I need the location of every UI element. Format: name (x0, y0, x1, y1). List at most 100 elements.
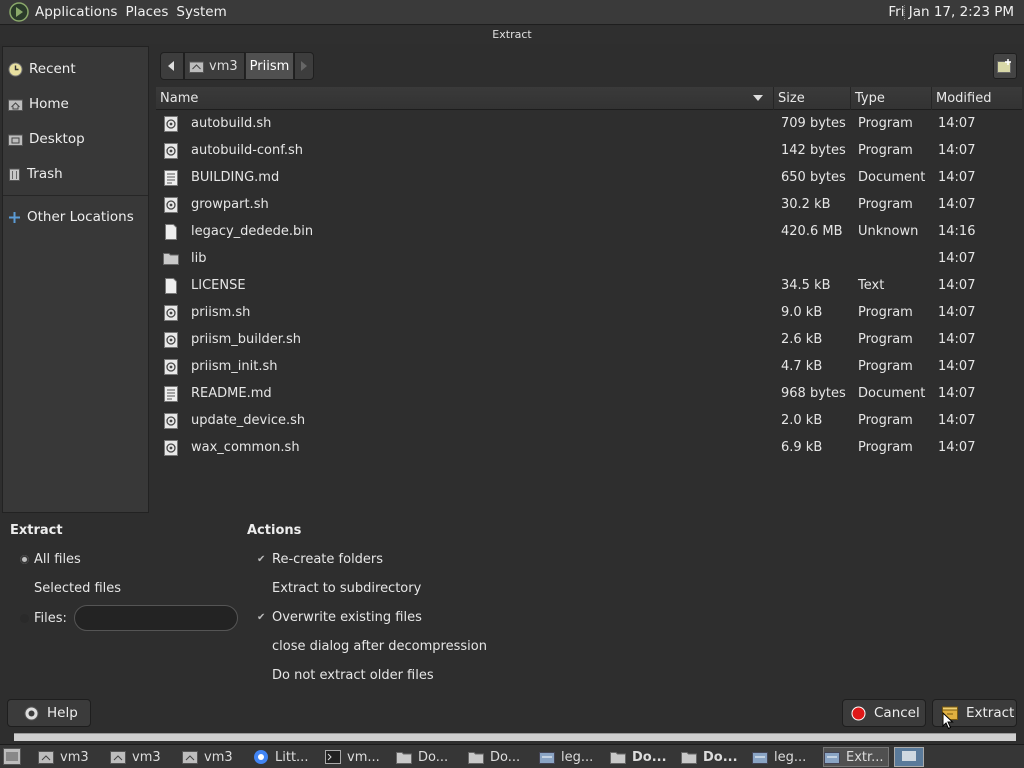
chevron-left-icon (168, 61, 174, 71)
create-folder-button[interactable] (993, 53, 1017, 79)
file-row[interactable]: priism_builder.sh 2.6 kB Program 14:07 (156, 327, 1022, 354)
file-type: Unknown (858, 224, 919, 239)
file-name: README.md (191, 386, 272, 401)
column-header-modified[interactable]: Modified (931, 87, 1022, 110)
file-name: priism_init.sh (191, 359, 278, 374)
taskbar-button[interactable]: leg... (539, 747, 593, 767)
file-row[interactable]: wax_common.sh 6.9 kB Program 14:07 (156, 435, 1022, 462)
file-size: 30.2 kB (781, 197, 831, 212)
places-menu[interactable]: Places (125, 4, 176, 20)
overwrite-existing-checkbox[interactable]: ✔ Overwrite existing files (257, 610, 422, 625)
folder-icon (681, 752, 697, 764)
system-menu[interactable]: System (176, 4, 234, 20)
close-dialog-checkbox[interactable]: close dialog after decompression (257, 639, 487, 654)
file-size: 2.0 kB (781, 413, 823, 428)
script-file-icon (163, 116, 179, 132)
column-header-type[interactable]: Type (850, 87, 931, 110)
sidebar-item-label: Home (29, 96, 69, 112)
file-name: LICENSE (191, 278, 246, 293)
taskbar-button[interactable]: vm3 (182, 747, 233, 767)
checkbox-label: Re-create folders (272, 552, 384, 567)
file-size: 34.5 kB (781, 278, 831, 293)
path-scroll-left-button[interactable] (160, 52, 184, 80)
applications-logo-icon[interactable] (9, 2, 29, 22)
browser-icon (254, 750, 268, 764)
folder-icon (610, 752, 626, 764)
taskbar-button[interactable]: Do... (396, 747, 448, 767)
checkbox-checked-icon: ✔ (257, 553, 266, 565)
do-not-extract-older-checkbox[interactable]: Do not extract older files (257, 668, 434, 683)
show-desktop-icon[interactable] (3, 748, 21, 765)
taskbar-button[interactable]: leg... (752, 747, 806, 767)
taskbar-button-label: vm3 (60, 749, 89, 765)
help-button[interactable]: Help (7, 699, 91, 727)
extract-to-subdirectory-checkbox[interactable]: Extract to subdirectory (257, 581, 421, 596)
taskbar-button[interactable]: Do... (610, 747, 667, 767)
horizontal-scrollbar[interactable] (14, 733, 1016, 741)
cancel-button[interactable]: Cancel (842, 699, 926, 727)
file-name: update_device.sh (191, 413, 306, 428)
home-folder-icon (8, 99, 23, 111)
file-row[interactable]: legacy_dedede.bin 420.6 MB Unknown 14:16 (156, 219, 1022, 246)
files-pattern-radio[interactable]: Files: (20, 611, 67, 626)
checkbox-label: close dialog after decompression (272, 639, 487, 654)
file-type: Program (858, 332, 913, 347)
sidebar-item-other-locations[interactable]: Other Locations (8, 206, 134, 228)
document-file-icon (163, 170, 179, 186)
home-folder-icon (110, 751, 126, 764)
folder-icon (396, 752, 412, 764)
taskbar-button[interactable]: vm... (325, 747, 380, 767)
script-file-icon (163, 413, 179, 429)
taskbar-button[interactable]: vm3 (110, 747, 161, 767)
file-row[interactable]: LICENSE 34.5 kB Text 14:07 (156, 273, 1022, 300)
cancel-icon (851, 706, 866, 720)
file-row[interactable]: autobuild-conf.sh 142 bytes Program 14:07 (156, 138, 1022, 165)
radio-selected-icon (20, 555, 29, 564)
column-header-size[interactable]: Size (773, 87, 850, 110)
file-row[interactable]: BUILDING.md 650 bytes Document 14:07 (156, 165, 1022, 192)
path-segment-priism[interactable]: Priism (244, 52, 295, 80)
clock[interactable]: Fri Jan 17, 2:23 PM (888, 4, 1014, 20)
home-folder-icon (38, 751, 54, 764)
file-size: 4.7 kB (781, 359, 823, 374)
files-pattern-input[interactable] (74, 605, 238, 631)
file-size: 709 bytes (781, 116, 846, 131)
path-segment-vm3[interactable]: vm3 (184, 52, 245, 80)
actions-heading: Actions (247, 523, 302, 538)
sidebar-item-home[interactable]: Home (8, 93, 69, 115)
recreate-folders-checkbox[interactable]: ✔ Re-create folders (257, 552, 383, 567)
file-type: Document (858, 386, 926, 401)
column-header-name[interactable]: Name (156, 87, 773, 110)
terminal-icon (325, 750, 341, 764)
taskbar-button[interactable]: Do... (681, 747, 738, 767)
taskbar-button[interactable]: Litt... (253, 747, 308, 767)
sidebar-item-recent[interactable]: Recent (8, 58, 76, 80)
sidebar-item-label: Recent (29, 61, 76, 77)
file-name: growpart.sh (191, 197, 269, 212)
home-folder-icon (182, 751, 198, 764)
file-row[interactable]: priism_init.sh 4.7 kB Program 14:07 (156, 354, 1022, 381)
all-files-radio[interactable]: All files (20, 552, 81, 567)
sidebar-item-desktop[interactable]: Desktop (8, 128, 85, 150)
applications-menu[interactable]: Applications (35, 4, 125, 20)
file-row[interactable]: growpart.sh 30.2 kB Program 14:07 (156, 192, 1022, 219)
path-scroll-right-button[interactable] (294, 52, 315, 80)
home-folder-icon (189, 61, 204, 73)
workspace-switcher-icon[interactable] (894, 747, 924, 767)
selected-files-radio[interactable]: Selected files (20, 581, 121, 596)
script-file-icon (163, 305, 179, 321)
taskbar-button-label: Do... (418, 749, 449, 765)
file-row[interactable]: update_device.sh 2.0 kB Program 14:07 (156, 408, 1022, 435)
taskbar-button[interactable]: vm3 (38, 747, 89, 767)
file-row[interactable]: autobuild.sh 709 bytes Program 14:07 (156, 111, 1022, 138)
extract-heading: Extract (10, 523, 63, 538)
taskbar-button-label: vm3 (204, 749, 233, 765)
folder-icon (468, 752, 484, 764)
taskbar-button[interactable]: Extr... (823, 747, 889, 767)
file-name: lib (191, 251, 207, 266)
file-row[interactable]: lib 14:07 (156, 246, 1022, 273)
taskbar-button[interactable]: Do... (468, 747, 520, 767)
file-row[interactable]: priism.sh 9.0 kB Program 14:07 (156, 300, 1022, 327)
sidebar-item-trash[interactable]: Trash (8, 163, 63, 185)
file-row[interactable]: README.md 968 bytes Document 14:07 (156, 381, 1022, 408)
